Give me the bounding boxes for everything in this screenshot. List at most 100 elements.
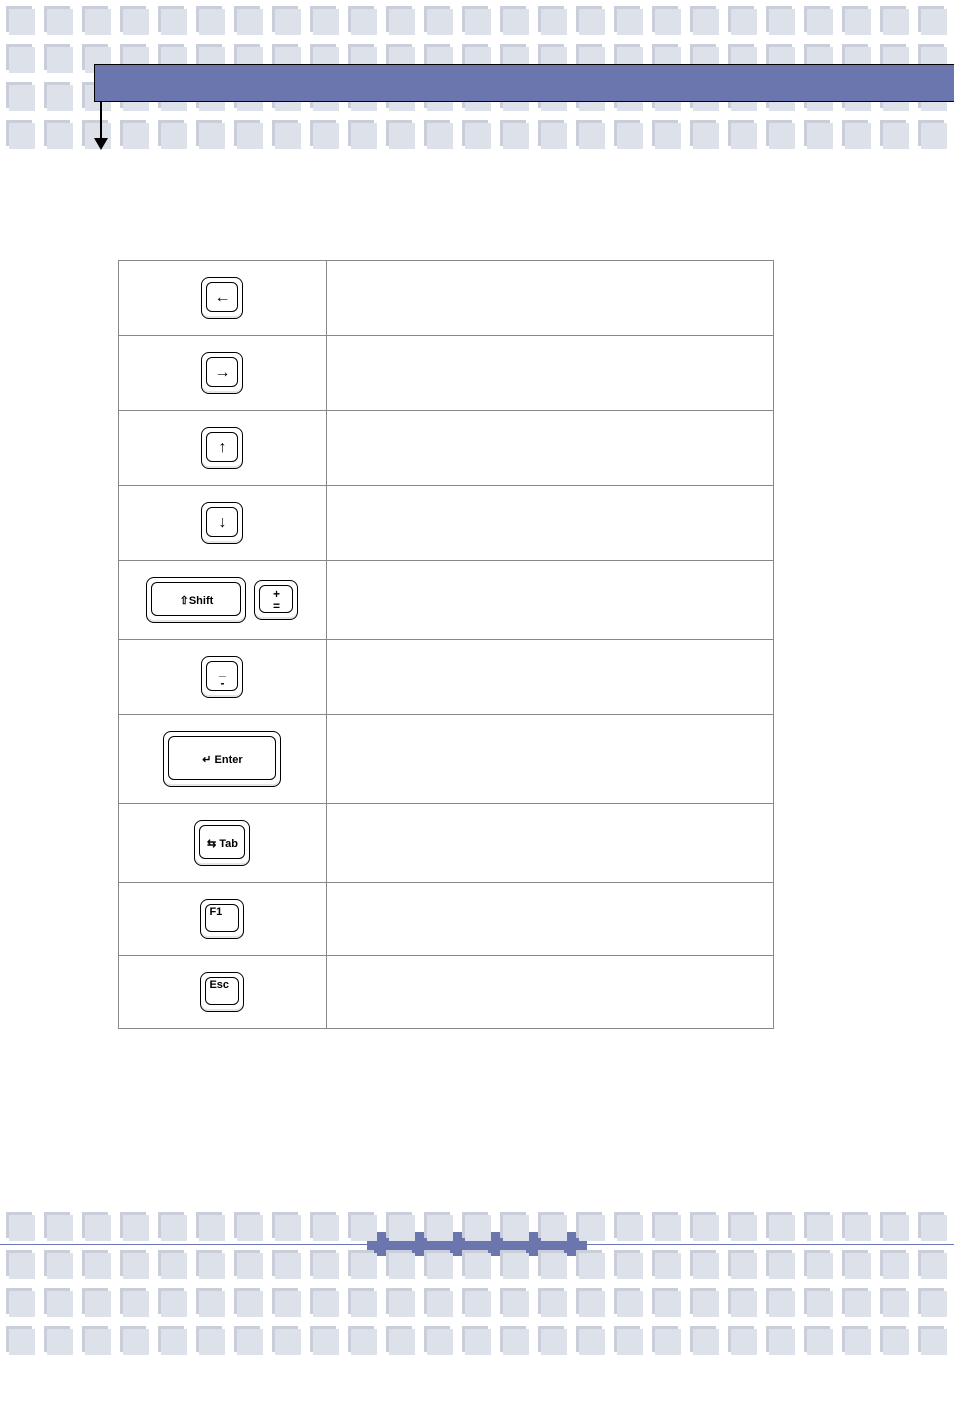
key-cell: ← [119, 261, 327, 336]
decorative-square [766, 1326, 792, 1352]
decorative-square [234, 6, 260, 32]
table-row: → [119, 336, 774, 411]
decorative-square [386, 1250, 412, 1276]
shortcuts-table: ← → ↑ ↓ ⇧Shift += _- ↵ Enter ⇆ Tab F1 Esc [118, 260, 774, 1029]
decorative-square [158, 1250, 184, 1276]
key-cell: → [119, 336, 327, 411]
description-cell [326, 883, 773, 956]
decorative-square [158, 6, 184, 32]
decorative-square [576, 1212, 602, 1238]
decorative-square [500, 1288, 526, 1314]
decorative-square [82, 1288, 108, 1314]
decorative-square [158, 1326, 184, 1352]
table-row: ↓ [119, 486, 774, 561]
decorative-square [880, 1212, 906, 1238]
decorative-square [614, 1250, 640, 1276]
decorative-square [386, 1288, 412, 1314]
decorative-square [44, 1212, 70, 1238]
minus-key: _- [201, 656, 243, 698]
decorative-square [918, 120, 944, 146]
decorative-square [538, 6, 564, 32]
decorative-square [348, 120, 374, 146]
decorative-square [234, 1326, 260, 1352]
decorative-square [348, 1288, 374, 1314]
decorative-square [576, 6, 602, 32]
key-label: Esc [209, 979, 229, 991]
decorative-square [386, 120, 412, 146]
decorative-square [690, 120, 716, 146]
decorative-square [728, 1288, 754, 1314]
decorative-square [310, 120, 336, 146]
header-arrow-line [100, 102, 102, 140]
decorative-square [652, 1250, 678, 1276]
esc-key: Esc [200, 972, 244, 1012]
decorative-square [82, 1326, 108, 1352]
decorative-square [158, 1288, 184, 1314]
decorative-square [614, 120, 640, 146]
decorative-square [6, 120, 32, 146]
decorative-square [158, 1212, 184, 1238]
decorative-square [728, 1250, 754, 1276]
decorative-square [424, 120, 450, 146]
decorative-square [690, 1250, 716, 1276]
key-cell: ⇆ Tab [119, 804, 327, 883]
decorative-square [310, 1250, 336, 1276]
decorative-square [614, 1212, 640, 1238]
decorative-square [196, 1326, 222, 1352]
decorative-square [652, 1212, 678, 1238]
table-row: ⇆ Tab [119, 804, 774, 883]
table-row: ↑ [119, 411, 774, 486]
decorative-square [766, 6, 792, 32]
decorative-square [348, 6, 374, 32]
decorative-square [614, 1326, 640, 1352]
decorative-square [614, 6, 640, 32]
left-arrow-key: ← [201, 277, 243, 319]
key-cell: ↓ [119, 486, 327, 561]
decorative-square [6, 1288, 32, 1314]
decorative-square [272, 1326, 298, 1352]
table-row: ↵ Enter [119, 715, 774, 804]
decorative-square [538, 1212, 564, 1238]
decorative-square [44, 44, 70, 70]
decorative-square [272, 120, 298, 146]
decorative-square [6, 1250, 32, 1276]
decorative-square [120, 1250, 146, 1276]
decorative-square [462, 1288, 488, 1314]
decorative-square [538, 1326, 564, 1352]
decorative-square [82, 6, 108, 32]
key-cell: ↵ Enter [119, 715, 327, 804]
description-cell [326, 261, 773, 336]
decorative-square [348, 1326, 374, 1352]
decorative-square [576, 120, 602, 146]
tab-key: ⇆ Tab [194, 820, 250, 866]
decorative-square [348, 1250, 374, 1276]
decorative-square [44, 6, 70, 32]
decorative-square [386, 1326, 412, 1352]
decorative-square [538, 1288, 564, 1314]
decorative-square [272, 1250, 298, 1276]
decorative-square [804, 120, 830, 146]
decorative-square [120, 1212, 146, 1238]
description-cell [326, 640, 773, 715]
decorative-square [424, 6, 450, 32]
decorative-square [690, 1212, 716, 1238]
decorative-square [348, 1212, 374, 1238]
decorative-square [500, 6, 526, 32]
arrow-icon: ↑ [218, 439, 226, 457]
arrow-icon: ← [214, 289, 230, 307]
decorative-square [158, 120, 184, 146]
decorative-square [538, 1250, 564, 1276]
decorative-square [6, 6, 32, 32]
key-label: += [273, 588, 280, 612]
decorative-square [424, 1326, 450, 1352]
description-cell [326, 804, 773, 883]
decorative-square [44, 1326, 70, 1352]
enter-key: ↵ Enter [163, 731, 281, 787]
decorative-square [500, 120, 526, 146]
decorative-square [766, 1250, 792, 1276]
decorative-square [842, 1212, 868, 1238]
shift-key: ⇧Shift [146, 577, 246, 623]
key-label: ⇧Shift [180, 594, 214, 607]
decorative-square [310, 1288, 336, 1314]
table-row: F1 [119, 883, 774, 956]
